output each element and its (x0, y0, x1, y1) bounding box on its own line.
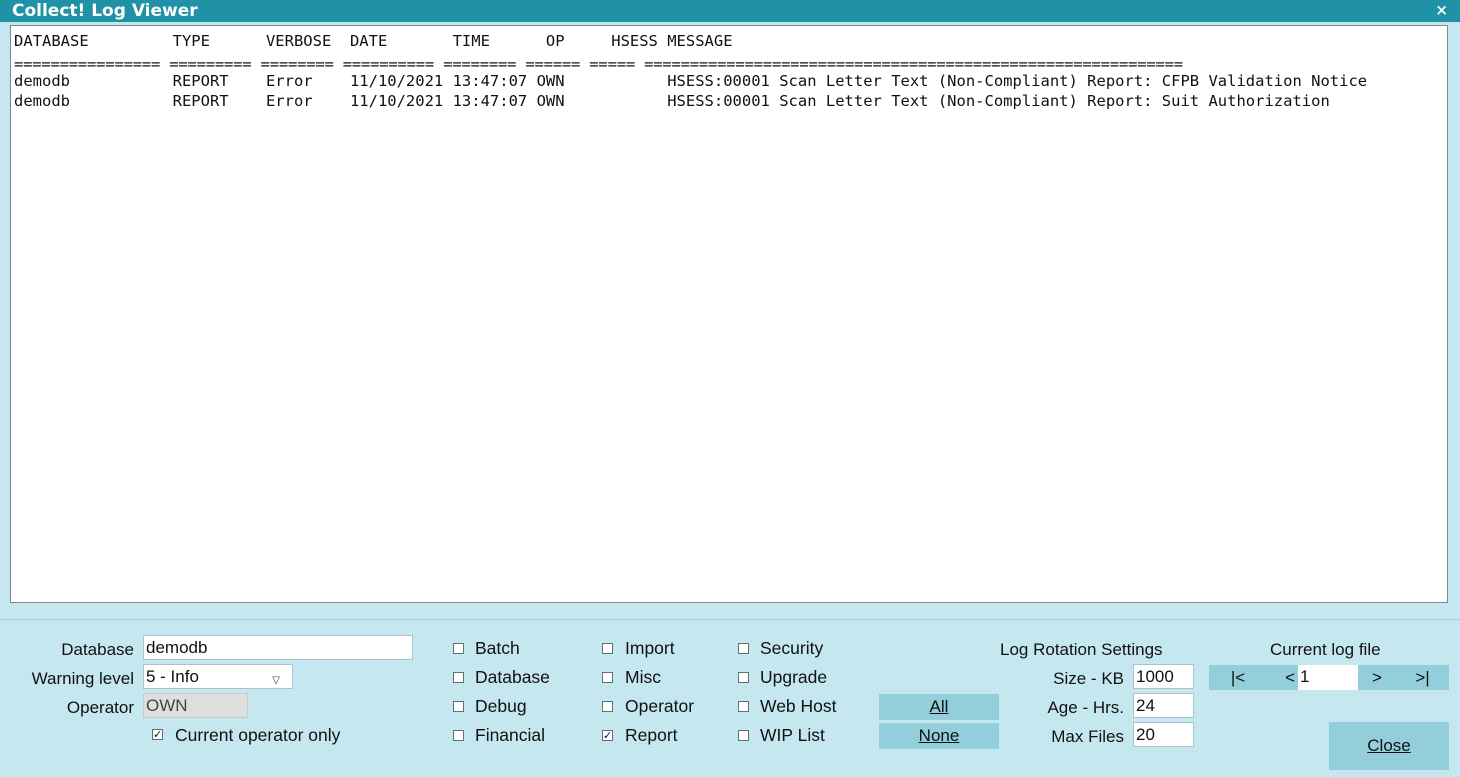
checkbox-report[interactable]: ✓ (602, 730, 613, 741)
size-kb-label: Size - KB (1053, 669, 1124, 688)
close-button-label: Close (1367, 736, 1411, 755)
checkbox-misc[interactable] (602, 672, 613, 683)
checkbox-upgrade[interactable] (738, 672, 749, 683)
checkbox-label-debug: Debug (475, 696, 527, 716)
database-label: Database (61, 640, 134, 659)
prev-log-button[interactable]: < (1267, 665, 1299, 690)
checkbox-import[interactable] (602, 643, 613, 654)
current-operator-label: Current operator only (175, 725, 341, 745)
checkbox-label-operator: Operator (625, 696, 695, 716)
select-all-button[interactable]: All (879, 694, 999, 720)
select-none-label: None (918, 726, 960, 745)
select-all-label: All (929, 697, 949, 716)
operator-field: OWN (143, 693, 248, 718)
checkbox-label-security: Security (760, 638, 824, 658)
first-log-button[interactable]: |< (1209, 665, 1267, 690)
checkbox-label-database: Database (475, 667, 550, 687)
log-rotation-title: Log Rotation Settings (1000, 640, 1163, 659)
checkbox-security[interactable] (738, 643, 749, 654)
warning-level-label: Warning level (31, 669, 134, 688)
checkbox-label-misc: Misc (625, 667, 661, 687)
log-header-line: DATABASE TYPE VERBOSE DATE TIME OP HSESS… (14, 32, 733, 50)
checkbox-operator[interactable] (602, 701, 613, 712)
checkbox-label-report: Report (625, 725, 678, 745)
checkbox-wip-list[interactable] (738, 730, 749, 741)
log-row[interactable]: demodb REPORT Error 11/10/2021 13:47:07 … (14, 72, 1367, 90)
select-none-button[interactable]: None (879, 723, 999, 749)
checkbox-label-upgrade: Upgrade (760, 667, 828, 687)
current-log-field[interactable]: 1 (1298, 665, 1358, 690)
checkbox-debug[interactable] (453, 701, 464, 712)
log-rule-line: ================ ========= ======== ====… (14, 55, 1183, 73)
checkbox-label-web-host: Web Host (760, 696, 837, 716)
age-hrs-label: Age - Hrs. (1047, 698, 1124, 717)
chevron-down-icon[interactable]: ▽ (272, 669, 280, 688)
checkbox-label-import: Import (625, 638, 675, 658)
warning-level-select[interactable]: 5 - Info ▽ (143, 664, 293, 689)
divider (0, 619, 1460, 620)
age-hrs-field[interactable]: 24 (1133, 693, 1194, 718)
log-view[interactable]: DATABASE TYPE VERBOSE DATE TIME OP HSESS… (10, 25, 1448, 603)
operator-label: Operator (66, 698, 134, 717)
checkbox-web-host[interactable] (738, 701, 749, 712)
max-files-field[interactable]: 20 (1133, 722, 1194, 747)
checkbox-label-financial: Financial (475, 725, 546, 745)
close-icon[interactable]: × (1435, 1, 1448, 19)
checkbox-label-wip-list: WIP List (760, 725, 825, 745)
database-field[interactable]: demodb (143, 635, 413, 660)
checkbox-batch[interactable] (453, 643, 464, 654)
next-log-button[interactable]: > (1358, 665, 1396, 690)
title-bar: Collect! Log Viewer × (0, 0, 1460, 22)
log-row[interactable]: demodb REPORT Error 11/10/2021 13:47:07 … (14, 92, 1330, 110)
size-kb-field[interactable]: 1000 (1133, 664, 1194, 689)
warning-level-value: 5 - Info (146, 667, 199, 686)
current-operator-checkbox[interactable]: ✓ (152, 729, 163, 740)
checkbox-financial[interactable] (453, 730, 464, 741)
current-log-title: Current log file (1270, 640, 1381, 659)
window-title: Collect! Log Viewer (12, 1, 198, 21)
checkbox-database[interactable] (453, 672, 464, 683)
close-button[interactable]: Close (1329, 722, 1449, 770)
checkbox-label-batch: Batch (475, 638, 520, 658)
max-files-label: Max Files (1051, 727, 1124, 746)
last-log-button[interactable]: >| (1396, 665, 1449, 690)
